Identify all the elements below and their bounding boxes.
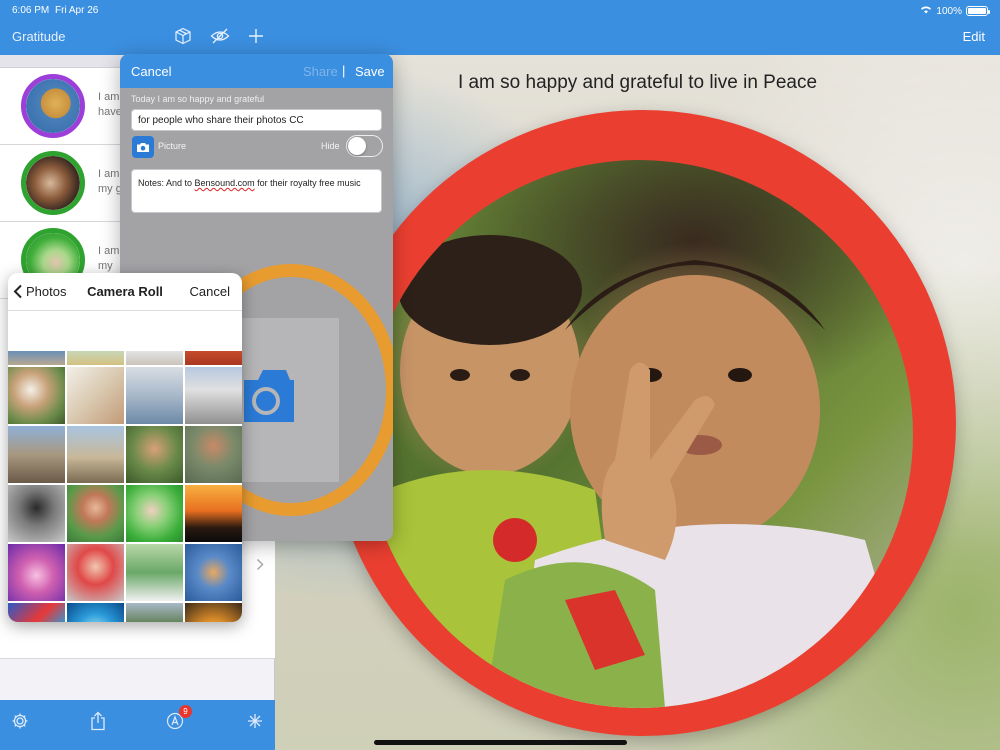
photo-thumbnail[interactable] — [185, 367, 242, 424]
bottom-toolbar: 9 — [0, 700, 275, 750]
photo-thumbnail[interactable] — [126, 426, 183, 483]
status-date: Fri Apr 26 — [55, 5, 99, 16]
list-item-text: I am have — [98, 91, 122, 118]
photo-thumbnail[interactable] — [67, 485, 124, 542]
sparkle-icon[interactable] — [244, 710, 266, 732]
photo-thumbnail[interactable] — [126, 603, 183, 622]
photo-thumbnail[interactable] — [8, 544, 65, 601]
battery-percent: 100% — [936, 5, 962, 17]
photo-thumbnail[interactable] — [8, 367, 65, 424]
share-icon[interactable] — [87, 710, 109, 732]
edit-button[interactable]: Edit — [963, 29, 985, 44]
picker-cancel-button[interactable]: Cancel — [190, 284, 230, 299]
camera-icon — [137, 142, 149, 152]
photo-thumbnail[interactable] — [185, 351, 242, 365]
share-button[interactable]: Share — [303, 64, 338, 79]
battery-icon — [966, 6, 990, 16]
photo-thumbnail[interactable] — [185, 485, 242, 542]
navigation-bar: 6:06 PM Fri Apr 26 100% Gratitude Edit — [0, 0, 1000, 55]
back-button[interactable]: Photos — [13, 284, 66, 299]
list-item-text: I am my — [98, 245, 120, 272]
notes-field[interactable]: Notes: And to Bensound.com for their roy… — [131, 169, 382, 213]
photo-thumbnail[interactable] — [8, 351, 65, 365]
notes-link-text: Bensound.com — [194, 178, 255, 188]
avatar — [21, 74, 85, 138]
photo-grid — [8, 308, 242, 622]
gratitude-entry-field[interactable] — [131, 109, 382, 131]
app-store-icon[interactable]: 9 — [164, 705, 192, 732]
list-item-text: I am my g — [98, 168, 122, 195]
hide-toggle[interactable] — [346, 135, 383, 157]
popover-toolbar: Cancel Share | Save — [120, 54, 393, 88]
gratitude-photo[interactable] — [365, 160, 913, 708]
children-photo-image — [365, 235, 913, 708]
photo-thumbnail[interactable] — [67, 351, 124, 365]
toolbar-separator: | — [342, 63, 346, 78]
cube-icon[interactable] — [172, 25, 194, 47]
home-indicator — [374, 740, 627, 745]
battery-level — [968, 8, 986, 14]
hide-label: Hide — [321, 141, 340, 151]
photo-thumbnail[interactable] — [8, 485, 65, 542]
photo-thumbnail[interactable] — [126, 351, 183, 365]
settings-icon[interactable] — [9, 710, 31, 732]
photo-picker: Photos Camera Roll Cancel — [8, 273, 242, 622]
status-time: 6:06 PM — [12, 5, 50, 16]
photo-thumbnail[interactable] — [126, 367, 183, 424]
photo-thumbnail[interactable] — [185, 603, 242, 622]
hidden-eye-icon[interactable] — [209, 25, 231, 47]
save-button[interactable]: Save — [355, 64, 385, 79]
status-battery: 100% — [920, 5, 990, 17]
photo-thumbnail[interactable] — [67, 603, 124, 622]
large-camera-icon — [244, 370, 294, 422]
avatar — [21, 151, 85, 215]
chevron-right-icon — [256, 558, 264, 574]
gratitude-headline: I am so happy and grateful to live in Pe… — [457, 72, 818, 93]
photo-thumbnail[interactable] — [126, 544, 183, 601]
notification-badge: 9 — [179, 705, 192, 718]
photo-thumbnail[interactable] — [185, 426, 242, 483]
photo-thumbnail[interactable] — [185, 544, 242, 601]
photo-thumbnail[interactable] — [8, 603, 65, 622]
cancel-button[interactable]: Cancel — [131, 64, 171, 79]
picker-toolbar: Photos Camera Roll Cancel — [8, 273, 242, 311]
photo-thumbnail[interactable] — [8, 426, 65, 483]
entry-prompt: Today I am so happy and grateful — [131, 94, 265, 104]
camera-button[interactable] — [132, 136, 154, 158]
photo-thumbnail[interactable] — [126, 485, 183, 542]
chevron-left-icon — [13, 284, 22, 299]
photo-thumbnail[interactable] — [67, 426, 124, 483]
photo-thumbnail[interactable] — [67, 367, 124, 424]
photo-thumbnail[interactable] — [67, 544, 124, 601]
back-label: Photos — [26, 284, 67, 299]
wifi-icon — [920, 5, 932, 17]
picture-label: Picture — [158, 141, 187, 151]
toggle-knob — [348, 137, 366, 155]
app-title: Gratitude — [12, 29, 66, 44]
